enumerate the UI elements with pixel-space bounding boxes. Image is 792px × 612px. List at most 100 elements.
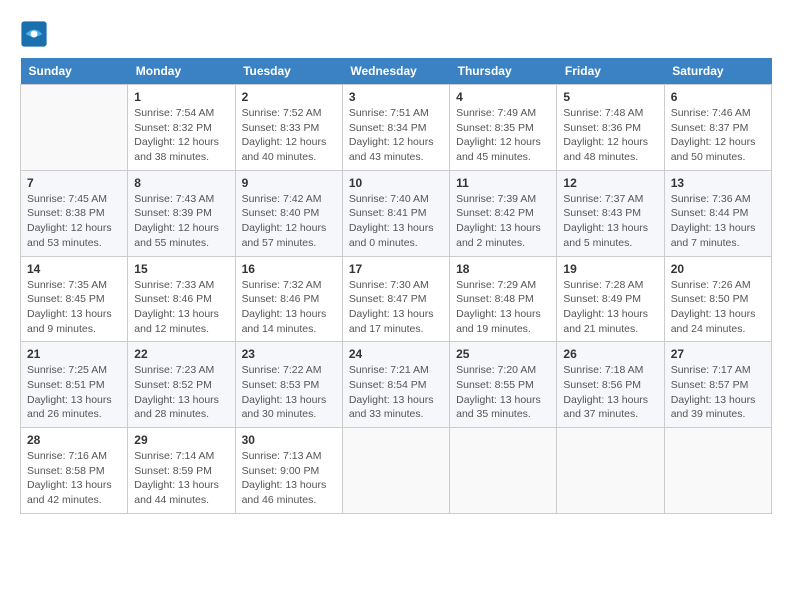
day-info: Sunrise: 7:48 AM Sunset: 8:36 PM Dayligh… xyxy=(563,106,657,165)
day-info: Sunrise: 7:45 AM Sunset: 8:38 PM Dayligh… xyxy=(27,192,121,251)
calendar-cell: 9Sunrise: 7:42 AM Sunset: 8:40 PM Daylig… xyxy=(235,170,342,256)
calendar-cell: 30 Sunrise: 7:13 AM Sunset: 9:00 PM Dayli… xyxy=(235,428,342,514)
day-number: 16 xyxy=(242,262,336,276)
day-info: Sunrise: 7:14 AM Sunset: 8:59 PM Dayligh… xyxy=(134,449,228,508)
logo-icon xyxy=(20,20,48,48)
calendar-cell xyxy=(664,428,771,514)
day-number: 11 xyxy=(456,176,550,190)
calendar-cell: 14 Sunrise: 7:35 AM Sunset: 8:45 PM Dayli… xyxy=(21,256,128,342)
calendar-cell: 29 Sunrise: 7:14 AM Sunset: 8:59 PM Dayli… xyxy=(128,428,235,514)
day-number: 27 xyxy=(671,347,765,361)
day-number: 5 xyxy=(563,90,657,104)
calendar-cell: 6Sunrise: 7:46 AM Sunset: 8:37 PM Daylig… xyxy=(664,85,771,171)
day-header-friday: Friday xyxy=(557,58,664,85)
calendar-cell xyxy=(342,428,449,514)
day-info: Sunrise: 7:32 AM Sunset: 8:46 PM Dayligh… xyxy=(242,278,336,337)
calendar-cell: 15 Sunrise: 7:33 AM Sunset: 8:46 PM Dayli… xyxy=(128,256,235,342)
logo xyxy=(20,20,52,48)
day-header-monday: Monday xyxy=(128,58,235,85)
calendar-cell: 11 Sunrise: 7:39 AM Sunset: 8:42 PM Dayli… xyxy=(450,170,557,256)
calendar-cell: 26 Sunrise: 7:18 AM Sunset: 8:56 PM Dayli… xyxy=(557,342,664,428)
calendar-cell: 18 Sunrise: 7:29 AM Sunset: 8:48 PM Dayli… xyxy=(450,256,557,342)
calendar-cell: 1 Sunrise: 7:54 AM Sunset: 8:32 PM Daylig… xyxy=(128,85,235,171)
calendar-table: SundayMondayTuesdayWednesdayThursdayFrid… xyxy=(20,58,772,514)
calendar-cell xyxy=(557,428,664,514)
day-info: Sunrise: 7:17 AM Sunset: 8:57 PM Dayligh… xyxy=(671,363,765,422)
calendar-cell: 28 Sunrise: 7:16 AM Sunset: 8:58 PM Dayli… xyxy=(21,428,128,514)
calendar-header: SundayMondayTuesdayWednesdayThursdayFrid… xyxy=(21,58,772,85)
calendar-cell: 3 Sunrise: 7:51 AM Sunset: 8:34 PM Daylig… xyxy=(342,85,449,171)
day-number: 13 xyxy=(671,176,765,190)
calendar-cell: 8 Sunrise: 7:43 AM Sunset: 8:39 PM Daylig… xyxy=(128,170,235,256)
day-number: 30 xyxy=(242,433,336,447)
calendar-week-1: 1 Sunrise: 7:54 AM Sunset: 8:32 PM Daylig… xyxy=(21,85,772,171)
calendar-cell: 25Sunrise: 7:20 AM Sunset: 8:55 PM Dayli… xyxy=(450,342,557,428)
day-number: 9 xyxy=(242,176,336,190)
calendar-cell: 17Sunrise: 7:30 AM Sunset: 8:47 PM Dayli… xyxy=(342,256,449,342)
day-info: Sunrise: 7:35 AM Sunset: 8:45 PM Dayligh… xyxy=(27,278,121,337)
day-number: 4 xyxy=(456,90,550,104)
day-info: Sunrise: 7:25 AM Sunset: 8:51 PM Dayligh… xyxy=(27,363,121,422)
calendar-cell: 19 Sunrise: 7:28 AM Sunset: 8:49 PM Dayli… xyxy=(557,256,664,342)
day-number: 7 xyxy=(27,176,121,190)
calendar-week-2: 7 Sunrise: 7:45 AM Sunset: 8:38 PM Daylig… xyxy=(21,170,772,256)
day-info: Sunrise: 7:16 AM Sunset: 8:58 PM Dayligh… xyxy=(27,449,121,508)
calendar-cell: 20Sunrise: 7:26 AM Sunset: 8:50 PM Dayli… xyxy=(664,256,771,342)
calendar-cell: 4 Sunrise: 7:49 AM Sunset: 8:35 PM Daylig… xyxy=(450,85,557,171)
calendar-week-4: 21 Sunrise: 7:25 AM Sunset: 8:51 PM Dayli… xyxy=(21,342,772,428)
calendar-body: 1 Sunrise: 7:54 AM Sunset: 8:32 PM Daylig… xyxy=(21,85,772,514)
day-info: Sunrise: 7:36 AM Sunset: 8:44 PM Dayligh… xyxy=(671,192,765,251)
header xyxy=(20,20,772,48)
day-number: 3 xyxy=(349,90,443,104)
calendar-cell: 21 Sunrise: 7:25 AM Sunset: 8:51 PM Dayli… xyxy=(21,342,128,428)
day-header-wednesday: Wednesday xyxy=(342,58,449,85)
day-info: Sunrise: 7:33 AM Sunset: 8:46 PM Dayligh… xyxy=(134,278,228,337)
day-header-sunday: Sunday xyxy=(21,58,128,85)
day-number: 26 xyxy=(563,347,657,361)
day-info: Sunrise: 7:52 AM Sunset: 8:33 PM Dayligh… xyxy=(242,106,336,165)
day-info: Sunrise: 7:43 AM Sunset: 8:39 PM Dayligh… xyxy=(134,192,228,251)
calendar-cell: 24 Sunrise: 7:21 AM Sunset: 8:54 PM Dayli… xyxy=(342,342,449,428)
day-number: 18 xyxy=(456,262,550,276)
day-header-saturday: Saturday xyxy=(664,58,771,85)
day-info: Sunrise: 7:21 AM Sunset: 8:54 PM Dayligh… xyxy=(349,363,443,422)
day-info: Sunrise: 7:28 AM Sunset: 8:49 PM Dayligh… xyxy=(563,278,657,337)
calendar-cell: 16 Sunrise: 7:32 AM Sunset: 8:46 PM Dayli… xyxy=(235,256,342,342)
day-number: 15 xyxy=(134,262,228,276)
calendar-cell: 7 Sunrise: 7:45 AM Sunset: 8:38 PM Daylig… xyxy=(21,170,128,256)
calendar-cell: 23Sunrise: 7:22 AM Sunset: 8:53 PM Dayli… xyxy=(235,342,342,428)
day-number: 20 xyxy=(671,262,765,276)
day-number: 21 xyxy=(27,347,121,361)
day-info: Sunrise: 7:37 AM Sunset: 8:43 PM Dayligh… xyxy=(563,192,657,251)
day-number: 8 xyxy=(134,176,228,190)
day-header-tuesday: Tuesday xyxy=(235,58,342,85)
calendar-cell: 5 Sunrise: 7:48 AM Sunset: 8:36 PM Daylig… xyxy=(557,85,664,171)
day-number: 1 xyxy=(134,90,228,104)
day-number: 19 xyxy=(563,262,657,276)
day-number: 28 xyxy=(27,433,121,447)
calendar-cell: 10Sunrise: 7:40 AM Sunset: 8:41 PM Dayli… xyxy=(342,170,449,256)
day-number: 24 xyxy=(349,347,443,361)
day-info: Sunrise: 7:13 AM Sunset: 9:00 PM Dayligh… xyxy=(242,449,336,508)
day-number: 23 xyxy=(242,347,336,361)
calendar-cell: 13 Sunrise: 7:36 AM Sunset: 8:44 PM Dayli… xyxy=(664,170,771,256)
day-number: 2 xyxy=(242,90,336,104)
day-info: Sunrise: 7:39 AM Sunset: 8:42 PM Dayligh… xyxy=(456,192,550,251)
day-number: 6 xyxy=(671,90,765,104)
day-info: Sunrise: 7:49 AM Sunset: 8:35 PM Dayligh… xyxy=(456,106,550,165)
day-header-thursday: Thursday xyxy=(450,58,557,85)
day-number: 12 xyxy=(563,176,657,190)
day-number: 29 xyxy=(134,433,228,447)
day-info: Sunrise: 7:23 AM Sunset: 8:52 PM Dayligh… xyxy=(134,363,228,422)
day-info: Sunrise: 7:51 AM Sunset: 8:34 PM Dayligh… xyxy=(349,106,443,165)
calendar-week-3: 14 Sunrise: 7:35 AM Sunset: 8:45 PM Dayli… xyxy=(21,256,772,342)
day-info: Sunrise: 7:29 AM Sunset: 8:48 PM Dayligh… xyxy=(456,278,550,337)
day-number: 14 xyxy=(27,262,121,276)
day-info: Sunrise: 7:18 AM Sunset: 8:56 PM Dayligh… xyxy=(563,363,657,422)
calendar-cell xyxy=(450,428,557,514)
day-info: Sunrise: 7:20 AM Sunset: 8:55 PM Dayligh… xyxy=(456,363,550,422)
day-info: Sunrise: 7:54 AM Sunset: 8:32 PM Dayligh… xyxy=(134,106,228,165)
calendar-cell: 12 Sunrise: 7:37 AM Sunset: 8:43 PM Dayli… xyxy=(557,170,664,256)
calendar-week-5: 28 Sunrise: 7:16 AM Sunset: 8:58 PM Dayli… xyxy=(21,428,772,514)
day-info: Sunrise: 7:30 AM Sunset: 8:47 PM Dayligh… xyxy=(349,278,443,337)
